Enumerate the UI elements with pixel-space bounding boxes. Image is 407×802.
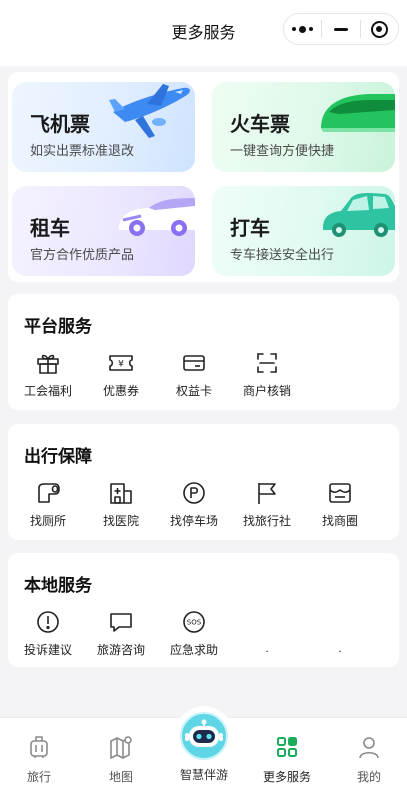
service-placeholder: . (233, 609, 301, 655)
gift-icon (37, 354, 59, 374)
service-label: 旅游咨询 (96, 643, 145, 657)
service-label: . (338, 641, 342, 655)
tab-travel[interactable]: 旅行 (4, 718, 74, 802)
service-label: 找旅行社 (242, 514, 291, 528)
sos-icon: SOS (183, 611, 205, 633)
section-title: 出行保障 (24, 447, 92, 466)
section-title: 本地服务 (24, 576, 92, 595)
tab-more-services[interactable]: 更多服务 (252, 718, 322, 802)
airplane-icon (109, 84, 190, 138)
parking-icon (183, 482, 205, 504)
service-union-benefits[interactable]: 工会福利 (14, 350, 82, 399)
more-dots-icon (292, 25, 314, 33)
service-find-toilet[interactable]: 找厕所 (14, 480, 82, 529)
tile-car-rental-subtitle: 官方合作优质产品 (30, 247, 135, 262)
close-button[interactable] (361, 14, 398, 44)
service-placeholder: . (306, 609, 374, 655)
scan-icon (257, 353, 277, 373)
travel-tiles: 飞机票 如实出票标准退改 火车票 一键查询方便快捷 租车 官方合作优质产品 打车… (8, 72, 399, 282)
service-label: 投诉建议 (23, 643, 72, 657)
service-label: 应急求助 (169, 643, 218, 657)
service-merchant-verify[interactable]: 商户核销 (233, 350, 301, 399)
tile-taxi[interactable]: 打车 专车接送安全出行 (212, 186, 395, 276)
service-label: 找医院 (102, 514, 139, 528)
section-title: 平台服务 (24, 317, 92, 336)
svg-text:¥: ¥ (118, 360, 124, 370)
tab-smart-guide[interactable]: 智慧伴游 (168, 710, 240, 802)
nav-header: 更多服务 (0, 0, 407, 66)
tile-flight-subtitle: 如实出票标准退改 (30, 143, 135, 158)
service-label: 商户核销 (242, 384, 291, 398)
tab-label: 智慧伴游 (179, 768, 228, 782)
target-icon (370, 20, 388, 38)
tab-label: 更多服务 (262, 770, 311, 784)
user-icon (359, 737, 379, 759)
grid-icon (277, 737, 297, 757)
tab-mine[interactable]: 我的 (334, 718, 404, 802)
service-benefit-card[interactable]: 权益卡 (160, 350, 228, 399)
svg-text:SOS: SOS (187, 619, 202, 627)
map-icon (110, 736, 132, 759)
taxi-icon (323, 193, 395, 237)
robot-icon (180, 712, 228, 760)
service-label: 找商圈 (321, 514, 358, 528)
tile-car-rental[interactable]: 租车 官方合作优质产品 (12, 186, 195, 276)
service-coupons[interactable]: ¥ 优惠券 (87, 350, 155, 399)
tab-map[interactable]: 地图 (86, 718, 156, 802)
service-travel-consult[interactable]: 旅游咨询 (87, 609, 155, 658)
service-find-shopping[interactable]: 找商圈 (306, 480, 374, 529)
tile-flight[interactable]: 飞机票 如实出票标准退改 (12, 82, 195, 172)
section-travel-assurance: 出行保障 找厕所 找医院 找停车场 找旅行社 找商圈 (8, 424, 399, 540)
tile-train-subtitle: 一键查询方便快捷 (230, 143, 335, 158)
service-complaints[interactable]: 投诉建议 (14, 609, 82, 658)
chat-icon (110, 613, 132, 632)
tile-flight-title: 飞机票 (30, 114, 90, 136)
rental-car-icon (119, 198, 195, 236)
tile-train-title: 火车票 (230, 114, 290, 136)
toilet-icon (38, 483, 60, 503)
minimize-button[interactable] (322, 14, 359, 44)
section-local-services: 本地服务 投诉建议 旅游咨询 SOS 应急求助 . . (8, 553, 399, 667)
shop-icon (329, 483, 351, 503)
alert-icon (37, 611, 59, 633)
coupon-icon: ¥ (109, 355, 133, 371)
service-emergency-help[interactable]: SOS 应急求助 (160, 609, 228, 658)
section-platform-services: 平台服务 工会福利 ¥ 优惠券 权益卡 商户核销 (8, 294, 399, 410)
tab-label: 地图 (108, 770, 133, 784)
service-find-parking[interactable]: 找停车场 (160, 480, 228, 529)
tab-label: 我的 (356, 770, 381, 784)
service-label: 找厕所 (29, 514, 66, 528)
flag-icon (258, 483, 276, 504)
service-label: . (265, 641, 269, 655)
suitcase-icon (30, 736, 48, 758)
tab-label: 旅行 (26, 770, 51, 784)
service-find-hospital[interactable]: 找医院 (87, 480, 155, 529)
page: 更多服务 飞机票 如实出票标准退改 火车票 一键查询方便快捷 租车 官方合作优质… (0, 0, 407, 802)
service-label: 工会福利 (23, 384, 72, 398)
more-button[interactable] (284, 14, 321, 44)
tile-car-rental-title: 租车 (30, 218, 70, 240)
service-label: 找停车场 (169, 514, 218, 528)
hospital-icon (110, 483, 132, 504)
service-label: 优惠券 (102, 384, 139, 398)
mini-program-capsule (283, 13, 399, 45)
tile-taxi-subtitle: 专车接送安全出行 (230, 247, 335, 262)
train-icon (321, 94, 395, 132)
service-find-travel-agency[interactable]: 找旅行社 (233, 480, 301, 529)
tile-train[interactable]: 火车票 一键查询方便快捷 (212, 82, 395, 172)
service-label: 权益卡 (175, 384, 212, 398)
tile-taxi-title: 打车 (230, 218, 270, 240)
card-icon (183, 355, 205, 371)
minimize-icon (333, 27, 348, 31)
